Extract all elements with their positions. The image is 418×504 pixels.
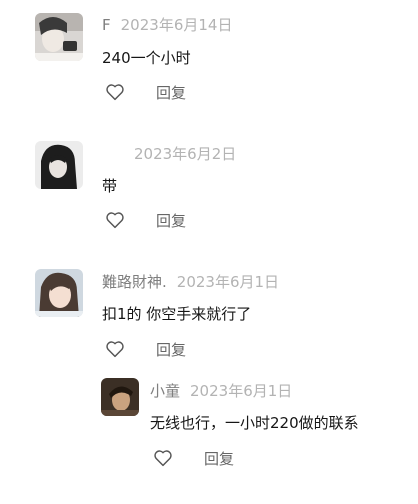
comment-date: 2023年6月1日 [176,273,280,291]
comment-text: 240一个小时 [102,49,191,67]
comment-date: 2023年6月2日 [134,145,237,163]
heart-outline-icon [106,341,124,358]
heart-outline-icon [106,84,124,101]
reply-button[interactable]: 回复 [204,448,234,469]
heart-outline-icon [154,450,172,467]
avatar[interactable] [35,13,83,61]
username[interactable]: 難路財神. [102,273,167,291]
avatar[interactable] [101,378,139,416]
like-button[interactable] [104,209,126,231]
comment-date: 2023年6月14日 [120,16,233,34]
reply-button[interactable]: 回复 [156,339,186,360]
avatar[interactable] [35,141,83,189]
like-button[interactable] [104,81,126,103]
comment-actions: 回复 [104,337,186,361]
comment-actions: 回复 [104,80,186,104]
comment-header: F 2023年6月14日 [102,15,232,35]
comment-text: 扣1的 你空手来就行了 [102,305,252,323]
comment-actions: 回复 [104,208,186,232]
avatar[interactable] [35,269,83,317]
comment-header: 2023年6月2日 [124,144,236,164]
reply-button[interactable]: 回复 [156,210,186,231]
comment-actions: 回复 [152,446,234,470]
username[interactable]: 小童 [150,382,180,400]
reply-button[interactable]: 回复 [156,82,186,103]
comment-text: 无线也行，一小时220做的联系 [150,414,359,432]
like-button[interactable] [152,447,174,469]
comment-text: 带 [102,177,118,195]
comment-date: 2023年6月1日 [190,382,293,400]
comment-header: 難路財神. 2023年6月1日 [102,272,279,292]
username[interactable]: F [102,16,111,34]
like-button[interactable] [104,338,126,360]
comment-header: 小童 2023年6月1日 [150,381,292,401]
heart-outline-icon [106,212,124,229]
